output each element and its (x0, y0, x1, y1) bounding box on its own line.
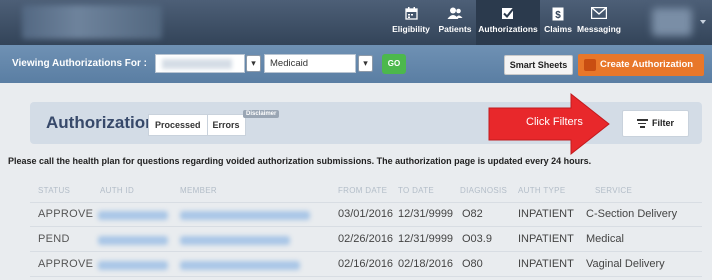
table-row[interactable]: APPROVE 02/16/2016 02/18/2016 O80 INPATI… (30, 253, 702, 277)
nav-messaging[interactable]: Messaging (576, 0, 622, 45)
top-nav-bar: Eligibility Patients Authorizations $ Cl… (0, 0, 712, 45)
update-notice: Please call the health plan for question… (8, 156, 592, 166)
column-header-auth-type[interactable]: AUTH TYPE (518, 186, 565, 195)
viewing-label: Viewing Authorizations For : (12, 58, 147, 69)
member-redacted (180, 211, 310, 220)
tab-errors[interactable]: Errors (208, 115, 245, 135)
nav-authorizations[interactable]: Authorizations (476, 0, 540, 45)
to-date-cell: 12/31/9999 (398, 208, 454, 220)
disclaimer-badge[interactable]: Disclaimer (243, 110, 280, 118)
column-header-from-date[interactable]: FROM DATE (338, 186, 387, 195)
service-cell: Vaginal Delivery (586, 258, 665, 270)
nav-patients[interactable]: Patients (436, 0, 474, 45)
plus-icon (584, 59, 596, 71)
table-row[interactable]: APPROVE 03/01/2016 12/31/9999 O82 INPATI… (30, 203, 702, 227)
dollar-document-icon: $ (542, 0, 574, 24)
auth-type-cell: INPATIENT (518, 208, 574, 220)
authorization-toolbar: Viewing Authorizations For : ▾ Medicaid … (0, 45, 712, 83)
nav-label: Patients (438, 24, 472, 34)
go-button[interactable]: GO (382, 54, 406, 74)
to-date-cell: 02/18/2016 (398, 258, 454, 270)
provider-select-redacted[interactable] (155, 54, 245, 73)
smart-sheets-button[interactable]: Smart Sheets (504, 55, 573, 75)
auth-id-redacted (98, 211, 168, 220)
diagnosis-cell: O03.9 (462, 233, 492, 245)
from-date-cell: 02/26/2016 (338, 233, 394, 245)
filter-button[interactable]: Filter (622, 110, 689, 137)
table-header: STATUS AUTH ID MEMBER FROM DATE TO DATE … (30, 175, 702, 203)
tab-group: Processed Errors (148, 114, 246, 136)
plan-select[interactable]: Medicaid (264, 54, 356, 73)
patients-icon (436, 0, 474, 24)
member-redacted (180, 261, 300, 270)
table-row[interactable]: PEND 02/26/2016 12/31/9999 O03.9 INPATIE… (30, 228, 702, 252)
from-date-cell: 03/01/2016 (338, 208, 394, 220)
nav-claims[interactable]: $ Claims (542, 0, 574, 45)
chevron-down-icon[interactable]: ▾ (358, 55, 373, 72)
from-date-cell: 02/16/2016 (338, 258, 394, 270)
member-redacted (180, 236, 290, 245)
svg-text:$: $ (555, 10, 561, 21)
auth-id-redacted (98, 261, 168, 270)
status-cell: APPROVE (38, 208, 94, 220)
user-menu-redacted[interactable] (652, 8, 692, 36)
status-cell: APPROVE (38, 258, 94, 270)
checkbox-icon (476, 0, 540, 24)
auth-type-cell: INPATIENT (518, 258, 574, 270)
create-authorization-label: Create Authorization (600, 59, 694, 70)
authorizations-table: STATUS AUTH ID MEMBER FROM DATE TO DATE … (30, 175, 702, 277)
filter-label: Filter (651, 118, 674, 128)
diagnosis-cell: O80 (462, 258, 483, 270)
chevron-down-icon[interactable]: ▾ (246, 55, 261, 72)
logo-redacted (22, 5, 162, 39)
service-cell: Medical (586, 233, 624, 245)
nav-label: Eligibility (392, 24, 430, 34)
nav-label: Messaging (577, 24, 621, 34)
column-header-member[interactable]: MEMBER (180, 186, 217, 195)
column-header-status[interactable]: STATUS (38, 186, 70, 195)
status-cell: PEND (38, 233, 70, 245)
column-header-diagnosis[interactable]: DIAGNOSIS (460, 186, 507, 195)
envelope-icon (576, 0, 622, 24)
chevron-down-icon[interactable] (700, 20, 706, 24)
column-header-auth-id[interactable]: AUTH ID (100, 186, 134, 195)
diagnosis-cell: O82 (462, 208, 483, 220)
nav-label: Claims (544, 24, 572, 34)
filter-icon (636, 117, 648, 130)
create-authorization-button[interactable]: Create Authorization (578, 54, 704, 76)
to-date-cell: 12/31/9999 (398, 233, 454, 245)
nav-label: Authorizations (478, 24, 538, 34)
tab-processed[interactable]: Processed (149, 115, 208, 135)
nav-eligibility[interactable]: Eligibility (388, 0, 434, 45)
auth-type-cell: INPATIENT (518, 233, 574, 245)
calendar-icon (388, 0, 434, 24)
service-cell: C-Section Delivery (586, 208, 678, 220)
column-header-service[interactable]: SERVICE (595, 186, 632, 195)
auth-id-redacted (98, 236, 168, 245)
annotation-text: Click Filters (526, 116, 583, 128)
column-header-to-date[interactable]: TO DATE (398, 186, 434, 195)
